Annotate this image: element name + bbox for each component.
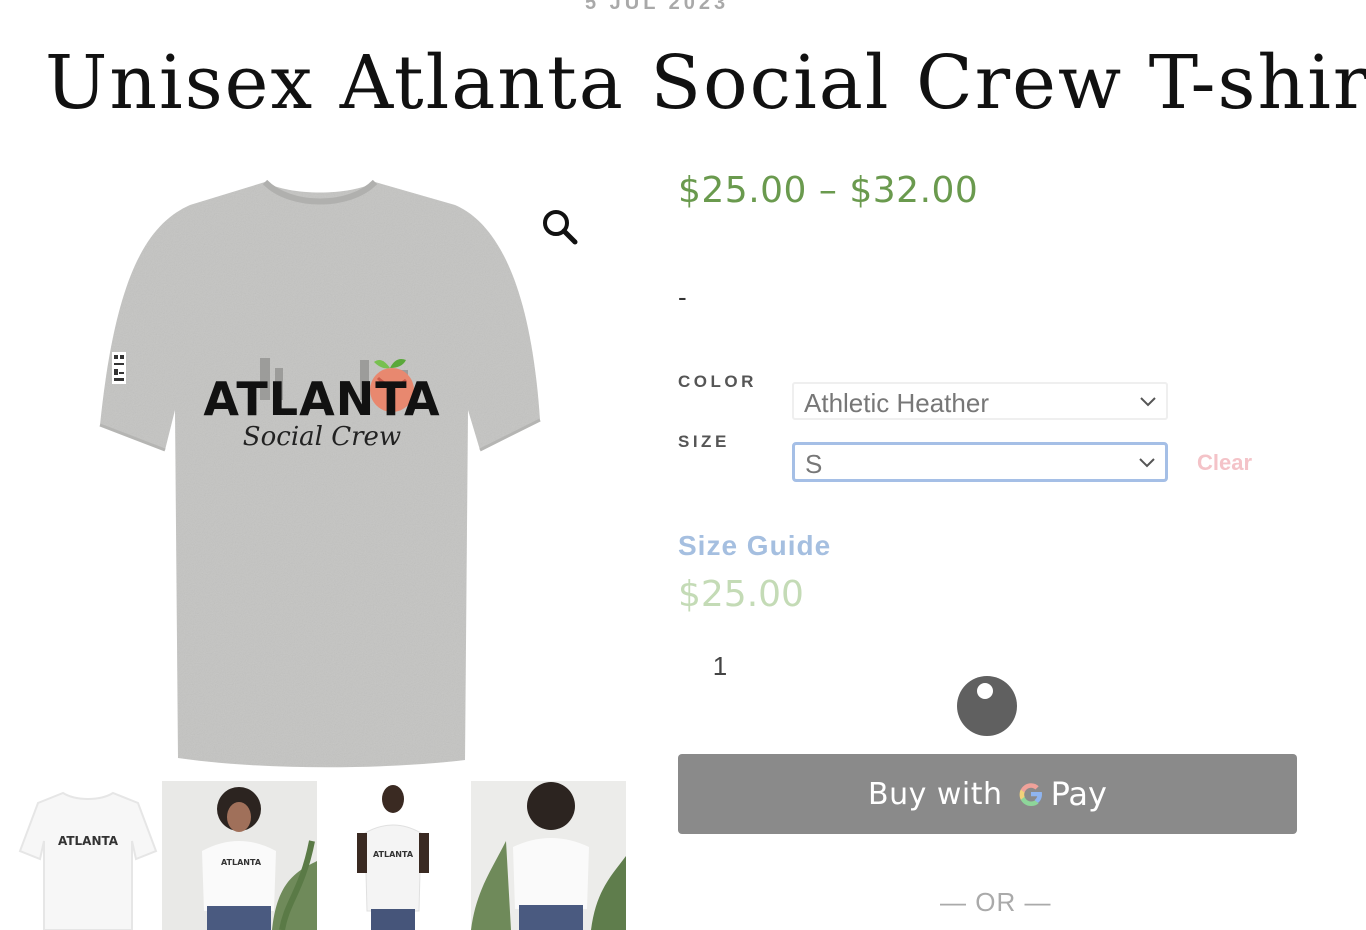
size-select[interactable]: S: [792, 442, 1168, 482]
clear-selection-link[interactable]: Clear: [1197, 450, 1252, 476]
product-title: Unisex Atlanta Social Crew T-shirt: [45, 40, 1366, 126]
color-select[interactable]: Athletic Heather: [792, 382, 1168, 420]
shirt-print-script: Social Crew: [243, 422, 401, 452]
thumbnail-man-front[interactable]: ATLANTA: [317, 781, 472, 930]
short-description: -: [678, 282, 687, 312]
variant-price: $25.00: [678, 574, 804, 615]
svg-text:ATLANTA: ATLANTA: [58, 834, 119, 848]
quantity-input[interactable]: [690, 646, 750, 686]
gpay-buy-label: Buy with: [868, 776, 1003, 812]
buy-with-gpay-button[interactable]: Buy with Pay: [678, 754, 1297, 834]
thumbnail-flat-white-shirt[interactable]: ATLANTA: [8, 781, 163, 930]
chevron-down-icon: [1140, 397, 1156, 407]
size-select-value: S: [805, 449, 823, 479]
magnifier-icon[interactable]: [538, 205, 582, 249]
loading-spinner-icon: [956, 675, 1018, 737]
svg-text:ATLANTA: ATLANTA: [221, 858, 262, 867]
price-range: $25.00 – $32.00: [678, 170, 979, 211]
chevron-down-icon: [1139, 458, 1155, 468]
color-label: COLOR: [678, 372, 757, 391]
shirt-body: [100, 182, 540, 768]
thumbnail-woman-back[interactable]: [471, 781, 626, 930]
size-guide-link[interactable]: Size Guide: [678, 530, 831, 562]
svg-text:ATLANTA: ATLANTA: [373, 850, 414, 859]
google-g-icon: [1019, 783, 1042, 806]
or-divider: — OR —: [940, 887, 1052, 917]
size-label: SIZE: [678, 432, 730, 451]
gpay-pay-label: Pay: [1050, 775, 1107, 813]
post-date: 5 JUL 2023: [585, 0, 730, 14]
main-product-image[interactable]: ATLANTA Social Crew: [60, 160, 620, 770]
thumbnail-woman-front[interactable]: ATLANTA: [162, 781, 317, 930]
tshirt-image: ATLANTA Social Crew: [99, 179, 541, 768]
product-page: 5 JUL 2023 Unisex Atlanta Social Crew T-…: [0, 0, 1366, 930]
shirt-print-brand: ATLANTA: [203, 372, 440, 426]
color-select-value: Athletic Heather: [804, 388, 989, 418]
